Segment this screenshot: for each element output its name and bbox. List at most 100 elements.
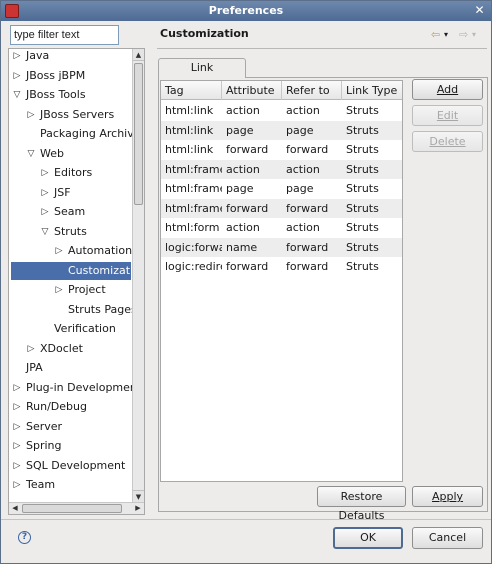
back-arrow-icon[interactable]: ⇦ [431,28,440,42]
table-row[interactable]: html:link action action Struts [161,101,402,120]
tree-item[interactable]: ▷ Java [9,49,132,65]
cell-link-type: Struts [346,201,379,215]
tree-item[interactable]: ▷ SQL Development [9,457,132,475]
tree-item-label: Verification [54,322,116,335]
panel-sash[interactable] [149,45,153,515]
cell-attribute: action [226,104,260,117]
column-header-refer-to[interactable]: Refer to [282,81,342,100]
tree-vertical-scrollbar[interactable]: ▲ ▼ [132,49,144,502]
cell-tag: html:link [165,104,214,117]
tree-item[interactable]: ▷ Team [9,476,132,494]
table-header: Tag Attribute Refer to Link Type [161,81,402,100]
tree-item[interactable]: ▽ JBoss Tools [9,86,132,104]
cell-refer-to: action [286,104,320,117]
cell-link-type: Struts [346,240,379,254]
tree-item-label: Spring [26,439,62,452]
tree-item[interactable]: Verification [9,320,132,338]
restore-defaults-button[interactable]: Restore Defaults [317,486,406,522]
tree-item-label: Server [26,419,63,433]
scroll-left-icon[interactable]: ◀ [9,503,21,514]
link-recognizer-table: Tag Attribute Refer to Link Type html:li… [160,80,403,482]
collapsed-twisty-icon[interactable]: ▷ [12,418,22,436]
table-row[interactable]: html:frame page page Struts [161,179,402,198]
tree-item[interactable]: ▷ Plug-in Development [9,379,142,397]
tab-link-recognizer[interactable]: Link Recognizer [158,58,246,92]
tree-item[interactable]: ▷ Spring [9,437,132,455]
collapsed-twisty-icon[interactable]: ▷ [54,281,64,299]
tree-item[interactable]: Packaging Archives [9,125,144,143]
collapsed-twisty-icon[interactable]: ▷ [12,398,22,416]
table-row[interactable]: logic:forward name forward Struts [161,237,402,257]
tree-item[interactable]: ▷ Editors [9,164,132,182]
collapsed-twisty-icon[interactable]: ▷ [12,437,22,455]
collapsed-twisty-icon[interactable]: ▷ [40,203,50,221]
table-row[interactable]: html:link page page Struts [161,120,402,140]
tree-item[interactable]: ▽ Web [9,145,132,163]
hscroll-thumb[interactable] [22,504,122,513]
tree-item[interactable]: ▷ Run/Debug [9,398,132,416]
window-title: Preferences [208,4,284,17]
delete-button-label: Delete [429,135,466,148]
expanded-twisty-icon[interactable]: ▽ [12,86,22,104]
cell-tag: html:frame [165,162,222,176]
table-row[interactable]: html:form action action Struts [161,218,402,237]
collapsed-twisty-icon[interactable]: ▷ [54,242,64,260]
apply-button-label: Apply [431,490,464,503]
cell-tag: html:form [165,221,220,234]
cell-attribute: forward [226,201,269,215]
tree-item-label: Packaging Archives [40,127,145,140]
ok-button[interactable]: OK [333,527,403,549]
close-icon[interactable]: ✕ [472,3,487,18]
filter-input[interactable] [10,25,119,45]
tree-item[interactable]: Customization [11,261,144,280]
collapsed-twisty-icon[interactable]: ▷ [12,457,22,475]
forward-arrow-icon[interactable]: ⇨ [459,28,468,42]
tree-item[interactable]: ▷ Project [9,281,132,299]
tree-item[interactable]: ▽ Struts [9,223,132,241]
cell-attribute: action [226,221,260,234]
table-row[interactable]: html:frame action action Struts [161,159,402,179]
edit-button[interactable]: Edit [412,105,483,126]
cell-link-type: Struts [346,182,379,195]
add-button-label: Add [436,83,459,96]
collapsed-twisty-icon[interactable]: ▷ [26,340,36,358]
scroll-down-icon[interactable]: ▼ [133,490,144,502]
column-header-attribute[interactable]: Attribute [222,81,282,100]
table-row[interactable]: html:frame forward forward Struts [161,198,402,218]
help-icon[interactable]: ? [18,531,31,544]
tree-item[interactable]: ▷ XDoclet [9,340,132,358]
back-dropdown-icon[interactable]: ▾ [444,28,448,42]
preferences-dialog: Preferences ✕ ▷ Java ▷ JBoss jBPM ▽ JBoss Too… [0,0,492,564]
column-header-link-type[interactable]: Link Type [342,81,402,100]
tree-horizontal-scrollbar[interactable]: ◀ ▶ [9,502,144,514]
expanded-twisty-icon[interactable]: ▽ [26,145,36,163]
tree-item[interactable]: ▷ JBoss Servers [9,106,132,124]
cancel-button[interactable]: Cancel [412,527,483,549]
column-header-tag[interactable]: Tag [161,81,222,100]
scroll-thumb[interactable] [134,63,143,205]
table-row[interactable]: logic:redirect forward forward Struts [161,257,402,276]
collapsed-twisty-icon[interactable]: ▷ [12,379,22,397]
collapsed-twisty-icon[interactable]: ▷ [12,67,22,85]
delete-button[interactable]: Delete [412,131,483,152]
scroll-right-icon[interactable]: ▶ [132,503,144,514]
tree-item[interactable]: ▷ Automation [9,242,133,260]
tree-item[interactable]: JPA [9,359,132,377]
collapsed-twisty-icon[interactable]: ▷ [26,106,36,124]
expanded-twisty-icon[interactable]: ▽ [40,223,50,241]
tree-item[interactable]: ▷ Server [9,418,132,436]
tree-item[interactable]: ▷ Seam [9,203,132,221]
forward-dropdown-icon[interactable]: ▾ [472,28,476,42]
scroll-up-icon[interactable]: ▲ [133,49,144,61]
collapsed-twisty-icon[interactable]: ▷ [12,476,22,494]
collapsed-twisty-icon[interactable]: ▷ [40,164,50,182]
table-row[interactable]: html:link forward forward Struts [161,140,402,159]
tree-item[interactable]: ▷ JBoss jBPM [9,67,132,85]
apply-button[interactable]: Apply [412,486,483,507]
collapsed-twisty-icon[interactable]: ▷ [12,49,22,65]
tree-item[interactable]: Struts Pages [9,301,137,319]
collapsed-twisty-icon[interactable]: ▷ [40,184,50,202]
tree-item[interactable]: ▷ JSF [9,184,132,202]
cell-tag: html:link [165,123,214,137]
add-button[interactable]: Add [412,79,483,100]
